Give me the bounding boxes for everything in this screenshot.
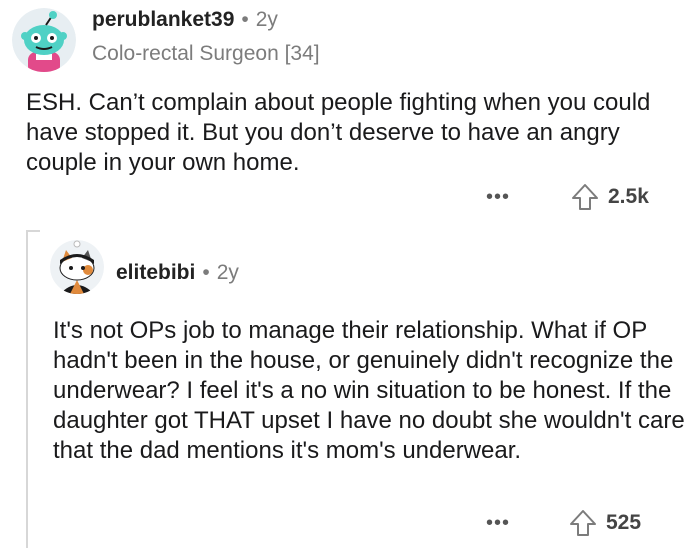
comment-meta: elitebibi • 2y	[116, 261, 239, 285]
upvote-arrow-icon	[570, 510, 596, 536]
cat-snoo-avatar-icon	[50, 240, 104, 294]
meta-separator: •	[202, 261, 210, 284]
upvote-count: 525	[606, 511, 642, 534]
comment-elitebibi: elitebibi • 2y It's not OPs job to manag…	[0, 0, 700, 548]
user-avatar[interactable]	[50, 240, 104, 294]
comment-body: It's not OPs job to manage their relatio…	[53, 317, 685, 464]
username-link[interactable]: elitebibi	[116, 261, 195, 285]
upvote-button[interactable]: 525	[568, 508, 641, 538]
more-options-icon[interactable]: •••	[486, 513, 516, 533]
comment-actions: ••• 525	[486, 508, 641, 538]
comment-age: 2y	[216, 261, 239, 284]
